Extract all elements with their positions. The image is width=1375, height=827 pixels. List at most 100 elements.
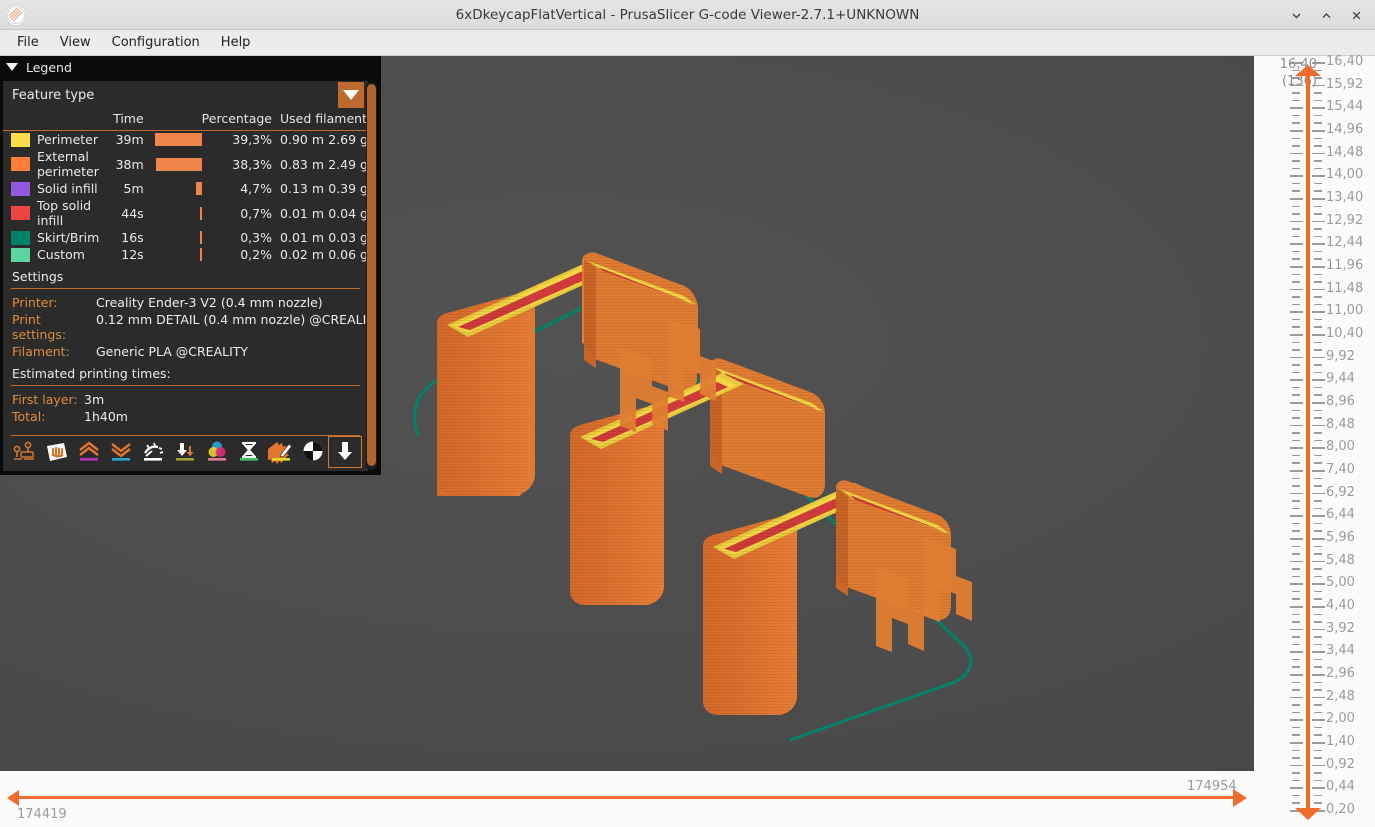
layer-slider-minor-tick [1292,281,1300,283]
view-retractions-icon[interactable] [73,437,105,467]
layer-slider[interactable]: 16,40 (136) 16,4015,9215,4414,9614,4814,… [1254,56,1375,827]
view-wipe-icon[interactable] [41,437,73,467]
feature-filament-weight: 0.03 g [324,229,368,246]
layer-slider-minor-tick [1314,236,1322,238]
maximize-button[interactable] [1313,2,1339,28]
view-legend-icon[interactable] [329,437,361,467]
layer-slider-minor-tick [1314,727,1322,729]
layer-slider-minor-tick [1314,659,1322,661]
layer-slider-minor-tick [1314,485,1322,487]
layer-slider-upper-handle[interactable] [1294,62,1322,74]
layer-slider-tick [1312,357,1325,359]
layer-slider-label: 13,40 [1326,190,1363,205]
menu-item-configuration[interactable]: Configuration [103,32,209,53]
legend-header[interactable]: Legend [0,56,381,78]
menu-item-view[interactable]: View [51,32,100,53]
legend-scrollbar[interactable] [366,82,377,470]
view-color-changes-icon[interactable] [201,437,233,467]
view-pause-prints-icon[interactable] [233,437,265,467]
moves-slider[interactable]: 174419 174954 [0,771,1254,827]
view-travel-icon[interactable] [9,437,41,467]
layer-slider-tick [1290,221,1303,223]
view-custom-gcodes-icon[interactable] [265,437,297,467]
layer-slider-minor-tick [1292,258,1300,260]
layer-slider-minor-tick [1314,576,1322,578]
layer-slider-lower-handle[interactable] [1294,806,1322,820]
layer-slider-minor-tick [1314,523,1322,525]
view-deretractions-icon[interactable] [105,437,137,467]
layer-slider-tick [1312,651,1325,653]
layer-slider-tick [1290,289,1303,291]
layer-slider-tick [1290,266,1303,268]
minimize-button[interactable] [1283,2,1309,28]
layer-slider-minor-tick [1314,689,1322,691]
layer-slider-tick [1290,357,1303,359]
view-tool-changes-icon[interactable] [169,437,201,467]
feature-filament-length: 0.90 m [272,131,324,149]
table-header-row: Time Percentage Used filament [3,109,368,131]
feature-filament-length: 0.02 m [272,246,324,263]
layer-slider-minor-tick [1292,274,1300,276]
layer-slider-track[interactable] [1306,70,1310,810]
table-row[interactable]: Perimeter39m39,3%0.90 m2.69 g [3,131,368,149]
view-seams-icon[interactable] [137,437,169,467]
menu-item-help[interactable]: Help [212,32,260,53]
layer-slider-minor-tick [1292,576,1300,578]
feature-filament-weight: 0.06 g [324,246,368,263]
layer-slider-minor-tick [1292,508,1300,510]
table-row[interactable]: Top solid infill44s0,7%0.01 m0.04 g [3,197,368,229]
layer-slider-minor-tick [1314,138,1322,140]
layer-slider-minor-tick [1314,122,1322,124]
feature-color-swatch [3,197,33,229]
layer-slider-tick [1290,515,1303,517]
layer-slider-tick [1290,130,1303,132]
layer-slider-minor-tick [1314,410,1322,412]
menu-item-file[interactable]: File [8,32,48,53]
layer-slider-minor-tick [1292,236,1300,238]
layer-slider-tick [1312,175,1325,177]
layer-slider-tick [1290,651,1303,653]
feature-time: 16s [102,229,144,246]
view-shells-icon[interactable] [297,437,329,467]
layer-slider-minor-tick [1292,145,1300,147]
feature-name: Skirt/Brim [33,229,102,246]
layer-slider-minor-tick [1292,138,1300,140]
layer-slider-label: 5,00 [1326,575,1355,590]
layer-slider-minor-tick [1314,274,1322,276]
feature-rows: Perimeter39m39,3%0.90 m2.69 gExternal pe… [3,131,368,264]
layer-slider-tick [1290,606,1303,608]
filament-label: Filament: [12,344,96,359]
table-row[interactable]: External perimeter38m38,3%0.83 m2.49 g [3,148,368,180]
close-button[interactable] [1343,2,1369,28]
feature-color-swatch [3,148,33,180]
layer-slider-minor-tick [1314,372,1322,374]
layer-slider-minor-tick [1314,92,1322,94]
layer-slider-label: 11,48 [1326,281,1363,296]
column-header-time: Time [102,109,144,131]
layer-slider-minor-tick [1292,636,1300,638]
layer-slider-minor-tick [1292,553,1300,555]
layer-slider-labels: 16,4015,9215,4414,9614,4814,0013,4012,92… [1326,56,1375,827]
chevron-down-icon [343,90,359,100]
table-row[interactable]: Skirt/Brim16s0,3%0.01 m0.03 g [3,229,368,246]
view-type-dropdown-button[interactable] [338,82,364,108]
layer-slider-minor-tick [1292,772,1300,774]
collapse-legend-icon[interactable] [6,63,18,71]
legend-scrollbar-thumb[interactable] [367,84,376,466]
moves-slider-track[interactable] [14,796,1240,799]
table-row[interactable]: Solid infill5m4,7%0.13 m0.39 g [3,180,368,197]
layer-slider-tick [1290,175,1303,177]
layer-slider-tick [1290,583,1303,585]
feature-time: 44s [102,197,144,229]
layer-slider-minor-tick [1314,160,1322,162]
view-type-selector[interactable]: Feature type [3,81,368,109]
layer-slider-minor-tick [1314,500,1322,502]
layer-slider-minor-tick [1292,206,1300,208]
print-settings-label: Print settings: [12,312,96,342]
layer-slider-minor-tick [1314,349,1322,351]
layer-slider-minor-tick [1292,349,1300,351]
layer-slider-minor-tick [1314,666,1322,668]
table-row[interactable]: Custom12s0,2%0.02 m0.06 g [3,246,368,263]
layer-slider-minor-tick [1292,190,1300,192]
moves-slider-left-value: 174419 [17,807,67,822]
